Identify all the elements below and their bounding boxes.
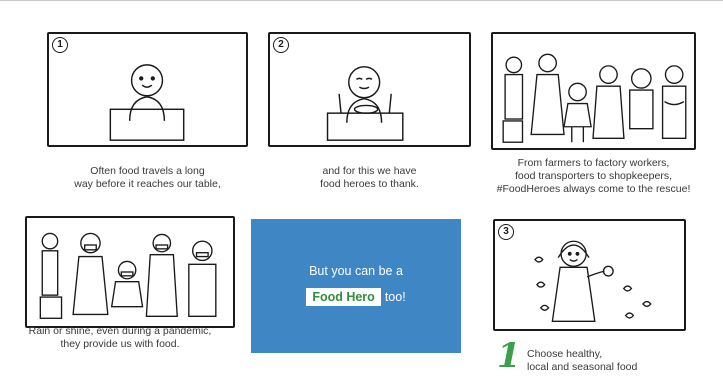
panel-4-illustration [25, 216, 235, 328]
panel-1-number: 1 [52, 37, 68, 53]
child-at-table-drawing [109, 64, 185, 141]
tip-number: 1 [497, 336, 521, 376]
panel-4-caption: Rain or shine, even during a pandemic, t… [28, 325, 212, 350]
panel-2-caption: and for this we have food heroes to than… [320, 165, 419, 190]
panel-2-illustration: 2 [268, 32, 471, 147]
panel-5-number: 3 [498, 224, 514, 240]
promo-suffix: too! [384, 290, 406, 304]
panel-3-caption: From farmers to factory workers, food tr… [496, 157, 691, 195]
person-with-apple-drawing [534, 240, 652, 322]
child-eating-drawing [326, 66, 404, 141]
tip-caption: Choose healthy, local and seasonal food [527, 348, 638, 373]
panel-5-illustration: 3 [493, 219, 686, 331]
promo-tagline: Food Hero too! [251, 288, 461, 306]
food-hero-badge: Food Hero [306, 288, 381, 306]
storyboard-canvas: 1 Often food travels a long way before i… [0, 0, 723, 378]
promo-headline: But you can be a [309, 264, 403, 278]
food-hero-promo-box: But you can be a Food Hero too! [251, 219, 461, 353]
panel-1-illustration: 1 [47, 32, 248, 147]
panel-1-caption: Often food travels a long way before it … [74, 165, 221, 190]
food-heroes-group-drawing [502, 53, 687, 143]
panel-3-illustration [491, 32, 696, 150]
panel-2-number: 2 [273, 37, 289, 53]
masked-food-heroes-drawing [39, 232, 217, 319]
